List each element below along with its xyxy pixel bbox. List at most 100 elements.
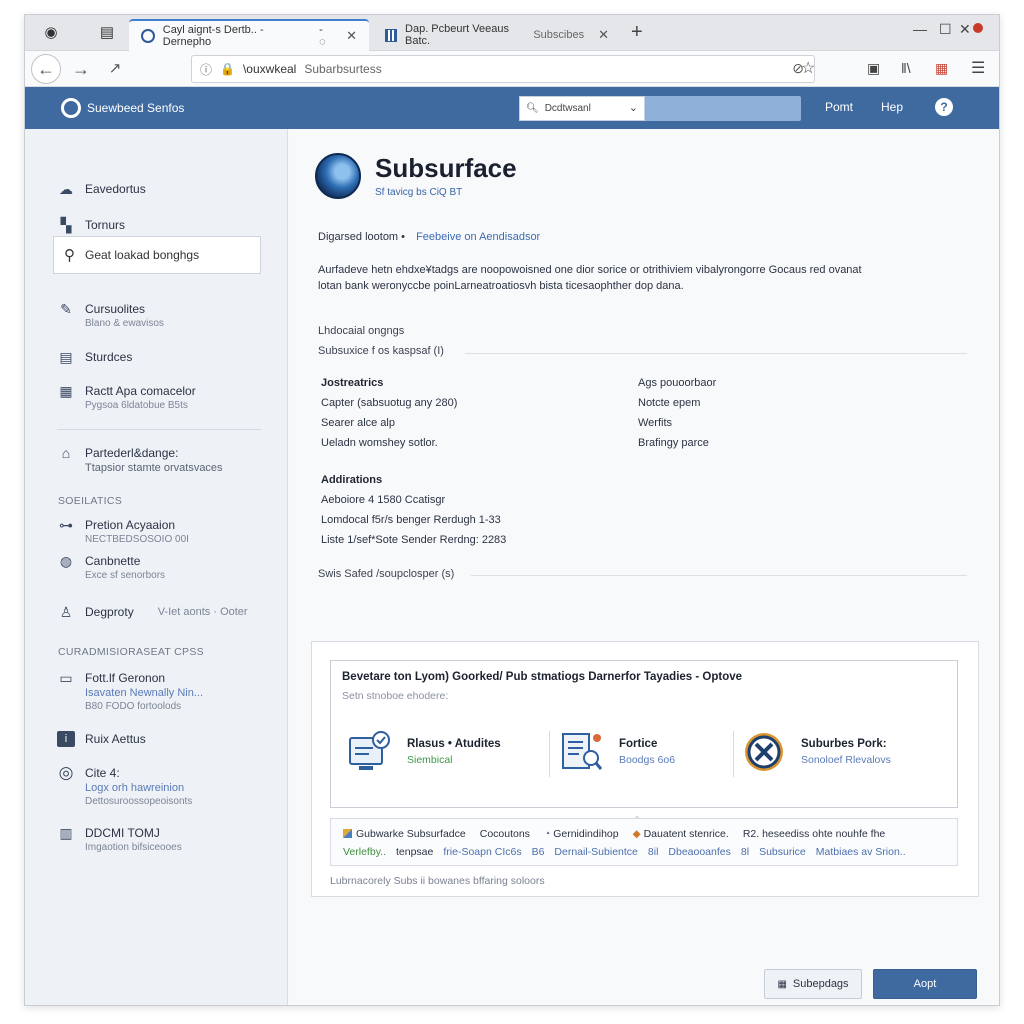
pin-icon[interactable]: ↗: [101, 55, 129, 83]
library-icon[interactable]: ‖\: [901, 60, 911, 76]
tab-second[interactable]: Dap. Pcbeurt Veeaus Batc. Subscibes ✕: [373, 19, 621, 51]
tag[interactable]: 8il: [648, 843, 659, 861]
primary-button[interactable]: Aopt: [873, 969, 977, 999]
list-item[interactable]: Ueladn womshey sotlor.: [321, 433, 457, 453]
sidebar-item-sub: Isavaten Newnally Nin...: [85, 687, 203, 699]
sidebar-item-label: Tornurs: [85, 218, 126, 232]
header-search[interactable]: 🔍︎ Dcdtwsanl ⌄: [519, 96, 801, 121]
list-item[interactable]: Brafingy parce: [638, 433, 716, 453]
sidebar-item-ractt[interactable]: ▦ Ractt Apa comacelor Pygsoa 6ldatobue B…: [57, 383, 195, 413]
sidebar-item-canbnette[interactable]: ◍ Canbnette Exce sf senorbors: [57, 553, 165, 583]
list-item[interactable]: Werfits: [638, 413, 716, 433]
back-button[interactable]: ←: [31, 54, 61, 84]
tools-icon: ✎: [60, 301, 72, 317]
close-icon[interactable]: ✕: [346, 28, 357, 44]
secondary-button[interactable]: ▦ Subepdags: [764, 969, 862, 999]
sidebar-item-fott[interactable]: ▭ Fott.lf Geronon Isavaten Newnally Nin.…: [57, 670, 203, 714]
sidebar-item-partederl[interactable]: ⌂ Partederl&dange: Ttapsior stamte orvat…: [57, 445, 223, 475]
screenshot-icon[interactable]: ▣: [867, 60, 880, 77]
feature-item[interactable]: Suburbes Pork: Sonoloef Rlevalovs: [739, 729, 891, 775]
list-item[interactable]: Notcte epem: [638, 393, 716, 413]
sidebar-item-docmi[interactable]: ▥ DDCMI TOMJ Imgaotion bifsiceooes: [57, 825, 181, 855]
list-item: Aeboiore 4 1580 Ccatisgr: [321, 494, 446, 506]
feature-card: Bevetare ton Lyom) Goorked/ Pub stmatiog…: [311, 641, 979, 897]
new-tab-button[interactable]: +: [631, 21, 643, 44]
minimize-icon[interactable]: —: [913, 21, 927, 37]
tag[interactable]: Verlefby..: [343, 843, 386, 861]
sidebar-item-sub: V-Iet aonts · Ooter: [157, 606, 248, 618]
sidebar-item-cursuolites[interactable]: ✎ Cursuolites Blano & ewavisos: [57, 301, 164, 331]
feature-item[interactable]: Rlasus • Atudites Siembical: [345, 729, 501, 775]
meta-link[interactable]: Feebeive on Aendisadsor: [416, 231, 540, 243]
sidebar-search-input[interactable]: ⚲ Geat loakad bonghgs: [53, 236, 261, 274]
browser-logo-icon[interactable]: ◉: [41, 23, 61, 43]
tag-line: Gubwarke Subsurfadce Cocoutons ◔ Gernidi…: [343, 825, 945, 843]
app-header: Suewbeed Senfos 🔍︎ Dcdtwsanl ⌄ Pomt Hep …: [25, 87, 999, 129]
url-prefix: \ouxwkeal: [242, 62, 297, 76]
tag[interactable]: Dernail-Subientce: [554, 843, 637, 861]
page-meta: Digarsed lootom • Feebeive on Aendisadso…: [318, 231, 540, 243]
sidebar-item-cite[interactable]: ◎ Cite 4: Logx orh hawreinion Dettosuroo…: [57, 764, 193, 809]
sidebar-item-sub: Logx orh hawreinion: [85, 782, 185, 794]
tag[interactable]: ◆ Dauatent stenrice.: [633, 825, 729, 843]
sidebar-item-sub: NECTBEDSOSOIO 00I: [85, 534, 189, 545]
menu-icon[interactable]: ☰: [971, 58, 985, 78]
close-icon[interactable]: ✕: [598, 27, 609, 43]
feature-item[interactable]: Fortice Boodgs 6o6: [557, 729, 675, 775]
forward-button[interactable]: →: [67, 55, 95, 83]
user-icon: ♙: [59, 604, 73, 620]
help-icon[interactable]: ?: [935, 98, 953, 116]
sidebar-section-heading: CURADMISIORASEAT CPSS: [58, 646, 204, 658]
tag[interactable]: Matbiaes av Srion..: [816, 843, 906, 861]
section-heading: Lhdocaial ongngs: [318, 325, 405, 337]
tag[interactable]: 8l: [741, 843, 749, 861]
tag[interactable]: Cocoutons: [480, 825, 530, 843]
sidebar-item-favorites[interactable]: ☁ Eavedortus: [57, 181, 146, 197]
sidebar-item-pretion[interactable]: ⊶ Pretion Acyaaion NECTBEDSOSOIO 00I: [57, 517, 189, 547]
sidebar-item-label: Sturdces: [85, 350, 133, 364]
sidebar-item-degproty[interactable]: ♙ Degproty V-Iet aonts · Ooter: [57, 604, 248, 620]
list-item[interactable]: Capter (sabsuotug any 280): [321, 393, 457, 413]
tag-line: Verlefby.. tenpsae frie-Soapn CIc6s B6 D…: [343, 843, 945, 861]
tag[interactable]: ◔ Gernidindihop: [544, 825, 619, 843]
tag[interactable]: Subsurice: [759, 843, 806, 861]
header-link-help[interactable]: Hep: [881, 100, 903, 114]
address-bar[interactable]: ⓘ 🔒 \ouxwkeal Subarbsurtess ⊘: [191, 55, 815, 83]
maximize-icon[interactable]: ☐: [939, 21, 952, 38]
extension-icon[interactable]: ▦: [935, 60, 948, 77]
tag-row: Gubwarke Subsurfadce Cocoutons ◔ Gernidi…: [330, 818, 958, 866]
list-item[interactable]: Ags pouoorbaor: [638, 373, 716, 393]
page-subtitle: Sf tavicg bs CiQ BT: [375, 187, 463, 198]
grid-icon: ▚: [60, 217, 72, 233]
sidebar-item-tornurs[interactable]: ▚ Tornurs: [57, 217, 125, 233]
sidebar-toggle-icon[interactable]: ▤: [97, 23, 117, 43]
document-search-icon: [557, 729, 607, 775]
close-window-icon[interactable]: ✕: [959, 21, 971, 38]
tag[interactable]: frie-Soapn CIc6s: [443, 843, 521, 861]
url-path: Subarbsurtess: [304, 62, 382, 76]
section-heading: Swis Safed /soupclosper (s): [318, 568, 455, 580]
table-icon: ▦: [59, 383, 73, 399]
search-select[interactable]: 🔍︎ Dcdtwsanl ⌄: [519, 96, 645, 121]
search-placeholder: Dcdtwsanl: [544, 103, 591, 114]
column-heading: Jostreatrics: [321, 377, 384, 389]
tab-label: Cayl aignt-s Dertb.. - Dernepho: [162, 24, 264, 48]
tag[interactable]: tenpsae: [396, 843, 433, 861]
header-link-post[interactable]: Pomt: [825, 100, 853, 114]
list-item[interactable]: Searer alce alp: [321, 413, 457, 433]
bookmark-star-icon[interactable]: ☆: [801, 58, 815, 78]
sidebar-item-sub: Ttapsior stamte orvatsvaces: [85, 462, 223, 474]
divider: [549, 731, 550, 777]
sidebar-item-ruix[interactable]: i Ruix Aettus: [57, 731, 146, 747]
brand[interactable]: Suewbeed Senfos: [61, 98, 184, 118]
tag[interactable]: Gubwarke Subsurfadce: [343, 825, 466, 843]
feature-panel: Bevetare ton Lyom) Goorked/ Pub stmatiog…: [330, 660, 958, 839]
tag[interactable]: B6: [532, 843, 545, 861]
sidebar-item-sturdces[interactable]: ▤ Sturdces: [57, 349, 132, 365]
tag[interactable]: Dbeaooanfes: [668, 843, 730, 861]
link-icon: ⊶: [59, 517, 73, 533]
tag[interactable]: R2. heseediss ohte nouhfe fhe: [743, 825, 885, 843]
additions-block: Addirations Aeboiore 4 1580 Ccatisgr Lom…: [321, 470, 506, 550]
sidebar-item-label: Ruix Aettus: [85, 732, 146, 746]
tab-active[interactable]: Cayl aignt-s Dertb.. - Dernepho - ◌ ✕: [129, 19, 369, 51]
